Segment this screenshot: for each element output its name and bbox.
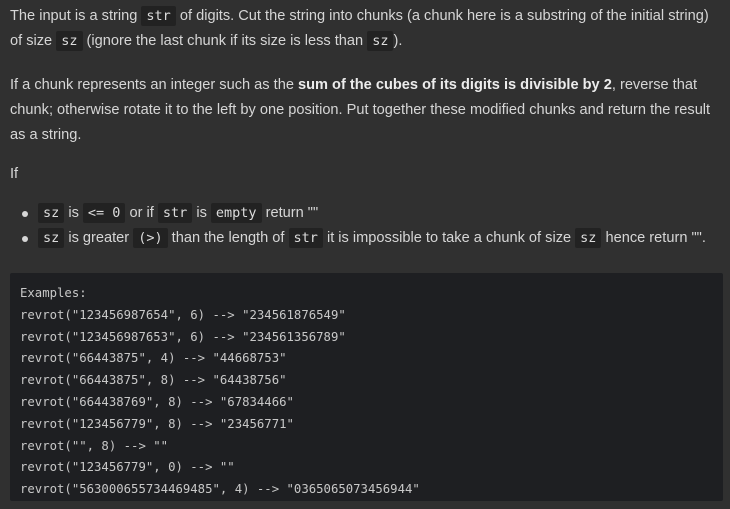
- example-line: revrot("563000655734469485", 4) --> "036…: [20, 482, 420, 497]
- example-line: revrot("123456779", 8) --> "23456771": [20, 416, 294, 431]
- intro-text: ).: [393, 33, 403, 49]
- intro-paragraph: The input is a string str of digits. Cut…: [10, 0, 722, 54]
- inline-code: str: [141, 6, 176, 26]
- list-item: sz is greater (>) than the length of str…: [22, 226, 722, 251]
- inline-code: sz: [575, 228, 602, 248]
- examples-header: Examples:: [20, 286, 87, 300]
- inline-code: str: [157, 203, 193, 223]
- inline-code: empty: [210, 203, 262, 223]
- example-line: revrot("123456779", 0) --> "": [20, 460, 235, 475]
- inline-code: <= 0: [82, 203, 126, 223]
- inline-code: (>): [133, 228, 168, 248]
- inline-code: str: [288, 228, 323, 248]
- example-line: revrot("123456987653", 6) --> "234561356…: [20, 329, 346, 344]
- example-line: revrot("123456987654", 6) --> "234561876…: [20, 307, 346, 322]
- inline-code: sz: [38, 203, 65, 223]
- rule-bold-text: sum of the cubes of its digits is divisi…: [298, 77, 612, 93]
- rule-text: If a chunk represents an integer such as…: [10, 77, 298, 93]
- if-label: If: [10, 166, 19, 182]
- conditions-list: sz is <= 0 or if str is empty return "" …: [10, 201, 722, 251]
- examples-code-block: Examples: revrot("123456987654", 6) --> …: [10, 273, 723, 501]
- list-text: is greater: [64, 230, 134, 246]
- intro-text: The input is a string: [10, 8, 142, 24]
- inline-code: sz: [367, 31, 394, 51]
- inline-code: sz: [38, 228, 65, 248]
- intro-text: (ignore the last chunk if its size is le…: [82, 33, 368, 49]
- list-text: is: [192, 205, 211, 221]
- example-line: revrot("", 8) --> "": [20, 438, 169, 453]
- inline-code: sz: [56, 31, 83, 51]
- example-line: revrot("66443875", 4) --> "44668753": [20, 351, 287, 366]
- list-text: it is impossible to take a chunk of size: [322, 230, 576, 246]
- example-line: revrot("664438769", 8) --> "67834466": [20, 394, 294, 409]
- list-text: return "": [261, 205, 319, 221]
- example-line: revrot("66443875", 8) --> "64438756": [20, 373, 287, 388]
- rule-paragraph: If a chunk represents an integer such as…: [10, 73, 722, 148]
- list-text: hence return "".: [601, 230, 706, 246]
- list-text: than the length of: [167, 230, 289, 246]
- list-text: is: [64, 205, 83, 221]
- list-text: or if: [125, 205, 158, 221]
- list-item: sz is <= 0 or if str is empty return "": [22, 201, 722, 226]
- description: The input is a string str of digits. Cut…: [10, 0, 722, 251]
